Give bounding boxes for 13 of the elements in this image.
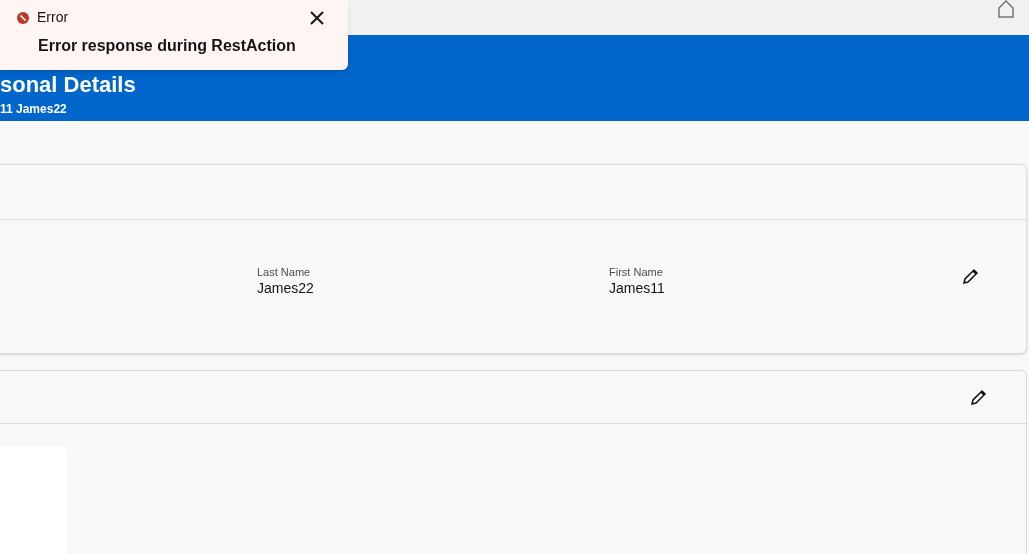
field-value: James22 [257,279,314,297]
page-title: sonal Details [0,72,136,98]
toast-message: Error response during RestAction [38,36,296,56]
toast-title: Error [37,8,69,27]
field-label: Last Name [257,265,312,279]
field-value: James11 [609,279,665,297]
error-icon [17,11,29,24]
home-icon[interactable] [997,0,1015,18]
edit-icon[interactable] [962,267,980,285]
page-subtitle: 11 James22 [0,101,67,118]
field-label: First Name [609,265,664,279]
close-icon[interactable] [310,10,324,25]
edit-icon[interactable] [970,388,988,406]
